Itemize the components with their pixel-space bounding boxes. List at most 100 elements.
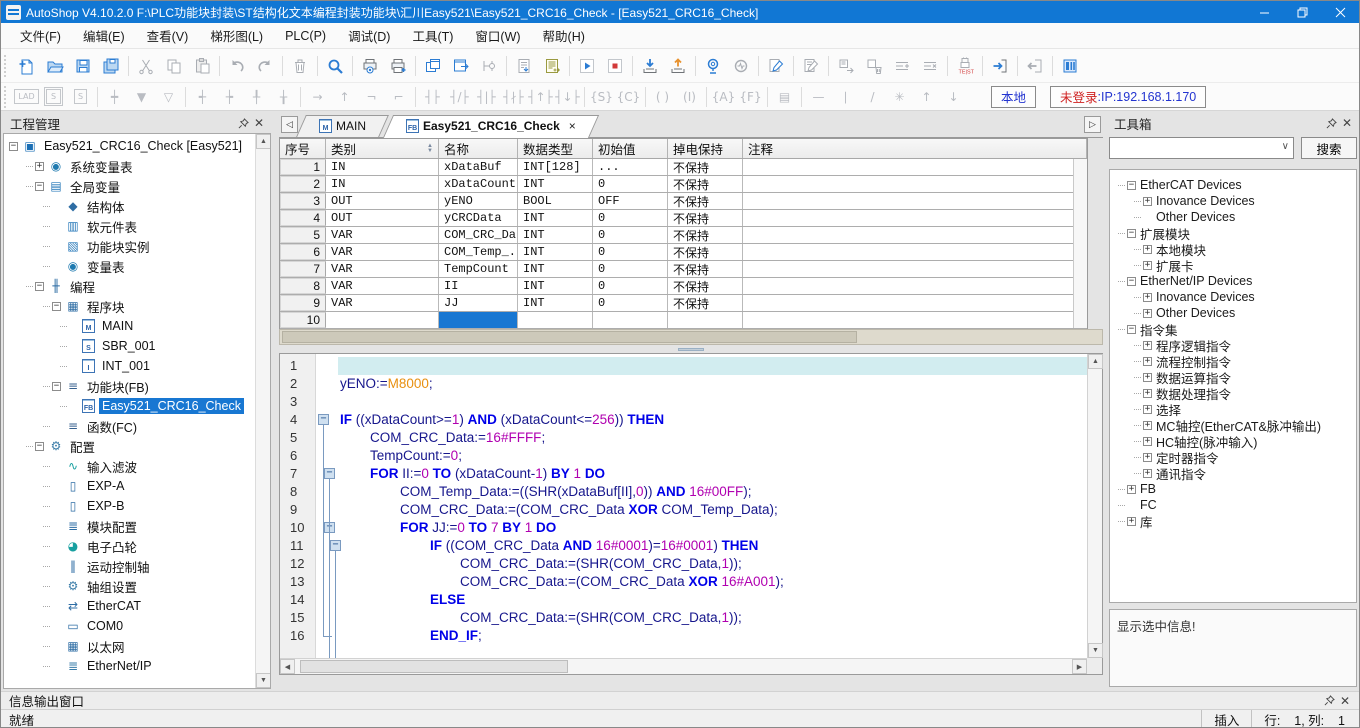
cell-名称[interactable]: xDataBuf: [439, 159, 518, 175]
table-hscrollbar[interactable]: [279, 329, 1103, 345]
undo-button[interactable]: [223, 52, 251, 80]
cell-注释[interactable]: [743, 193, 1087, 209]
cell-数据类型[interactable]: [518, 312, 593, 328]
table-scrollbar[interactable]: [1073, 159, 1087, 328]
expand-icon[interactable]: +: [1143, 245, 1152, 254]
toolbox-item-数据处理指令[interactable]: +数据处理指令: [1110, 385, 1356, 401]
tab-scroll-right-icon[interactable]: ▷: [1084, 116, 1101, 133]
tab-easy521-crc16-check[interactable]: FB Easy521_CRC16_Check ×: [388, 115, 594, 137]
editor-hscrollbar[interactable]: ◀ ▶: [280, 658, 1087, 674]
cell-掉电保持[interactable]: 不保持: [668, 227, 743, 243]
code-line-4[interactable]: IF ((xDataCount>=1) AND (xDataCount<=256…: [338, 411, 1087, 429]
menu-item-3[interactable]: 梯形图(L): [199, 25, 274, 47]
tree-item-轴组设置[interactable]: ⚙轴组设置: [4, 576, 255, 596]
menu-item-1[interactable]: 编辑(E): [72, 25, 136, 47]
contact-edit-1-button[interactable]: ┽: [189, 85, 216, 109]
close-button[interactable]: [1321, 1, 1359, 23]
tree-item-变量表[interactable]: ◉变量表: [4, 256, 255, 276]
cell-注释[interactable]: [743, 295, 1087, 311]
expand-icon[interactable]: +: [1143, 437, 1152, 446]
contact-falling-button[interactable]: ┤∤├: [500, 85, 527, 109]
cell-数据类型[interactable]: INT: [518, 176, 593, 192]
login-status-button[interactable]: 未登录:IP:192.168.1.170: [1050, 86, 1206, 108]
toolbox-item-程序逻辑指令[interactable]: +程序逻辑指令: [1110, 337, 1356, 353]
cascade-windows-button[interactable]: [419, 52, 447, 80]
append-branch-button[interactable]: ▽: [155, 85, 182, 109]
insert-node-button[interactable]: ┿: [101, 85, 128, 109]
contact-pulse-down-button[interactable]: ┤↓├: [554, 85, 581, 109]
code-line-14[interactable]: ELSE: [338, 591, 1087, 609]
delete-line-button[interactable]: /: [859, 85, 886, 109]
cell-初始值[interactable]: 0: [593, 278, 668, 294]
row-number[interactable]: 7: [280, 261, 326, 277]
monitor-button[interactable]: [699, 52, 727, 80]
tree-item-com0[interactable]: ▭COM0: [4, 616, 255, 636]
code-line-9[interactable]: COM_CRC_Data:=(COM_CRC_Data XOR COM_Temp…: [338, 501, 1087, 519]
compile-all-button[interactable]: [538, 52, 566, 80]
expand-icon[interactable]: +: [1143, 453, 1152, 462]
cell-初始值[interactable]: 0: [593, 261, 668, 277]
toolbox-item-hc轴控-脉冲输入[interactable]: +HC轴控(脉冲输入): [1110, 433, 1356, 449]
save-all-button[interactable]: [97, 52, 125, 80]
open-button[interactable]: [41, 52, 69, 80]
delete-button[interactable]: [286, 52, 314, 80]
tree-item-编程[interactable]: −╫编程: [4, 276, 255, 296]
code-line-10[interactable]: FOR JJ:=0 TO 7 BY 1 DO: [338, 519, 1087, 537]
save-button[interactable]: [69, 52, 97, 80]
contact-rising-button[interactable]: ┤|├: [473, 85, 500, 109]
row-number[interactable]: 8: [280, 278, 326, 294]
cell-注释[interactable]: [743, 227, 1087, 243]
collapse-icon[interactable]: −: [1127, 229, 1136, 238]
tree-item-easy521-crc16-check[interactable]: FBEasy521_CRC16_Check: [4, 396, 255, 416]
scroll-left-icon[interactable]: ◀: [280, 659, 295, 674]
contact-edit-2-button[interactable]: ┾: [216, 85, 243, 109]
cell-注释[interactable]: [743, 312, 1087, 328]
toolbox-item-库[interactable]: +库: [1110, 513, 1356, 529]
lad-mode-button[interactable]: LAD: [13, 85, 40, 109]
scroll-right-icon[interactable]: ▶: [1072, 659, 1087, 674]
column-header-类别[interactable]: 类别▲▼: [326, 139, 439, 158]
tree-item-软元件表[interactable]: ▥软元件表: [4, 216, 255, 236]
collapse-icon[interactable]: −: [52, 302, 61, 311]
code-line-11[interactable]: IF ((COM_CRC_Data AND 16#0001)=16#0001) …: [338, 537, 1087, 555]
collapse-icon[interactable]: −: [1127, 277, 1136, 286]
tree-item-输入滤波[interactable]: ∿输入滤波: [4, 456, 255, 476]
expand-icon[interactable]: +: [1143, 357, 1152, 366]
expand-icon[interactable]: +: [1143, 197, 1152, 206]
column-header-初始值[interactable]: 初始值: [593, 139, 668, 158]
move-down-button[interactable]: ↓: [940, 85, 967, 109]
cell-类别[interactable]: VAR: [326, 227, 439, 243]
sort-icon[interactable]: ▲▼: [427, 144, 433, 154]
chevron-down-icon[interactable]: ∨: [1282, 141, 1289, 152]
expand-icon[interactable]: +: [1143, 389, 1152, 398]
close-panel-icon[interactable]: ✕: [1339, 115, 1355, 131]
tree-item-结构体[interactable]: ◆结构体: [4, 196, 255, 216]
cell-名称[interactable]: COM_Temp_...: [439, 244, 518, 260]
cell-类别[interactable]: IN: [326, 159, 439, 175]
cell-掉电保持[interactable]: 不保持: [668, 210, 743, 226]
code-line-16[interactable]: END_IF;: [338, 627, 1087, 645]
cell-注释[interactable]: [743, 210, 1087, 226]
edit-run-button[interactable]: [762, 52, 790, 80]
tab-main[interactable]: M MAIN: [301, 115, 384, 137]
column-header-名称[interactable]: 名称: [439, 139, 518, 158]
tree-item-ethernet-ip[interactable]: ≣EtherNet/IP: [4, 656, 255, 676]
menu-item-8[interactable]: 帮助(H): [532, 25, 596, 47]
toolbox-item-数据运算指令[interactable]: +数据运算指令: [1110, 369, 1356, 385]
print-preview-button[interactable]: [356, 52, 384, 80]
coil-invert-button[interactable]: (I): [676, 85, 703, 109]
row-number[interactable]: 9: [280, 295, 326, 311]
contact-no-button[interactable]: ┤├: [419, 85, 446, 109]
contact-pulse-up-button[interactable]: ┤↑├: [527, 85, 554, 109]
collapse-icon[interactable]: −: [35, 282, 44, 291]
collapse-icon[interactable]: −: [9, 142, 18, 151]
toolbox-search-button[interactable]: 搜索: [1301, 137, 1357, 159]
collapse-icon[interactable]: −: [1127, 325, 1136, 334]
minimize-button[interactable]: [1245, 1, 1283, 23]
splitter-horizontal[interactable]: [279, 345, 1103, 353]
column-header-掉电保持[interactable]: 掉电保持: [668, 139, 743, 158]
cell-数据类型[interactable]: INT: [518, 295, 593, 311]
application-instruction-button[interactable]: {A}: [710, 85, 737, 109]
cell-数据类型[interactable]: INT: [518, 278, 593, 294]
line-right-button[interactable]: →: [304, 85, 331, 109]
